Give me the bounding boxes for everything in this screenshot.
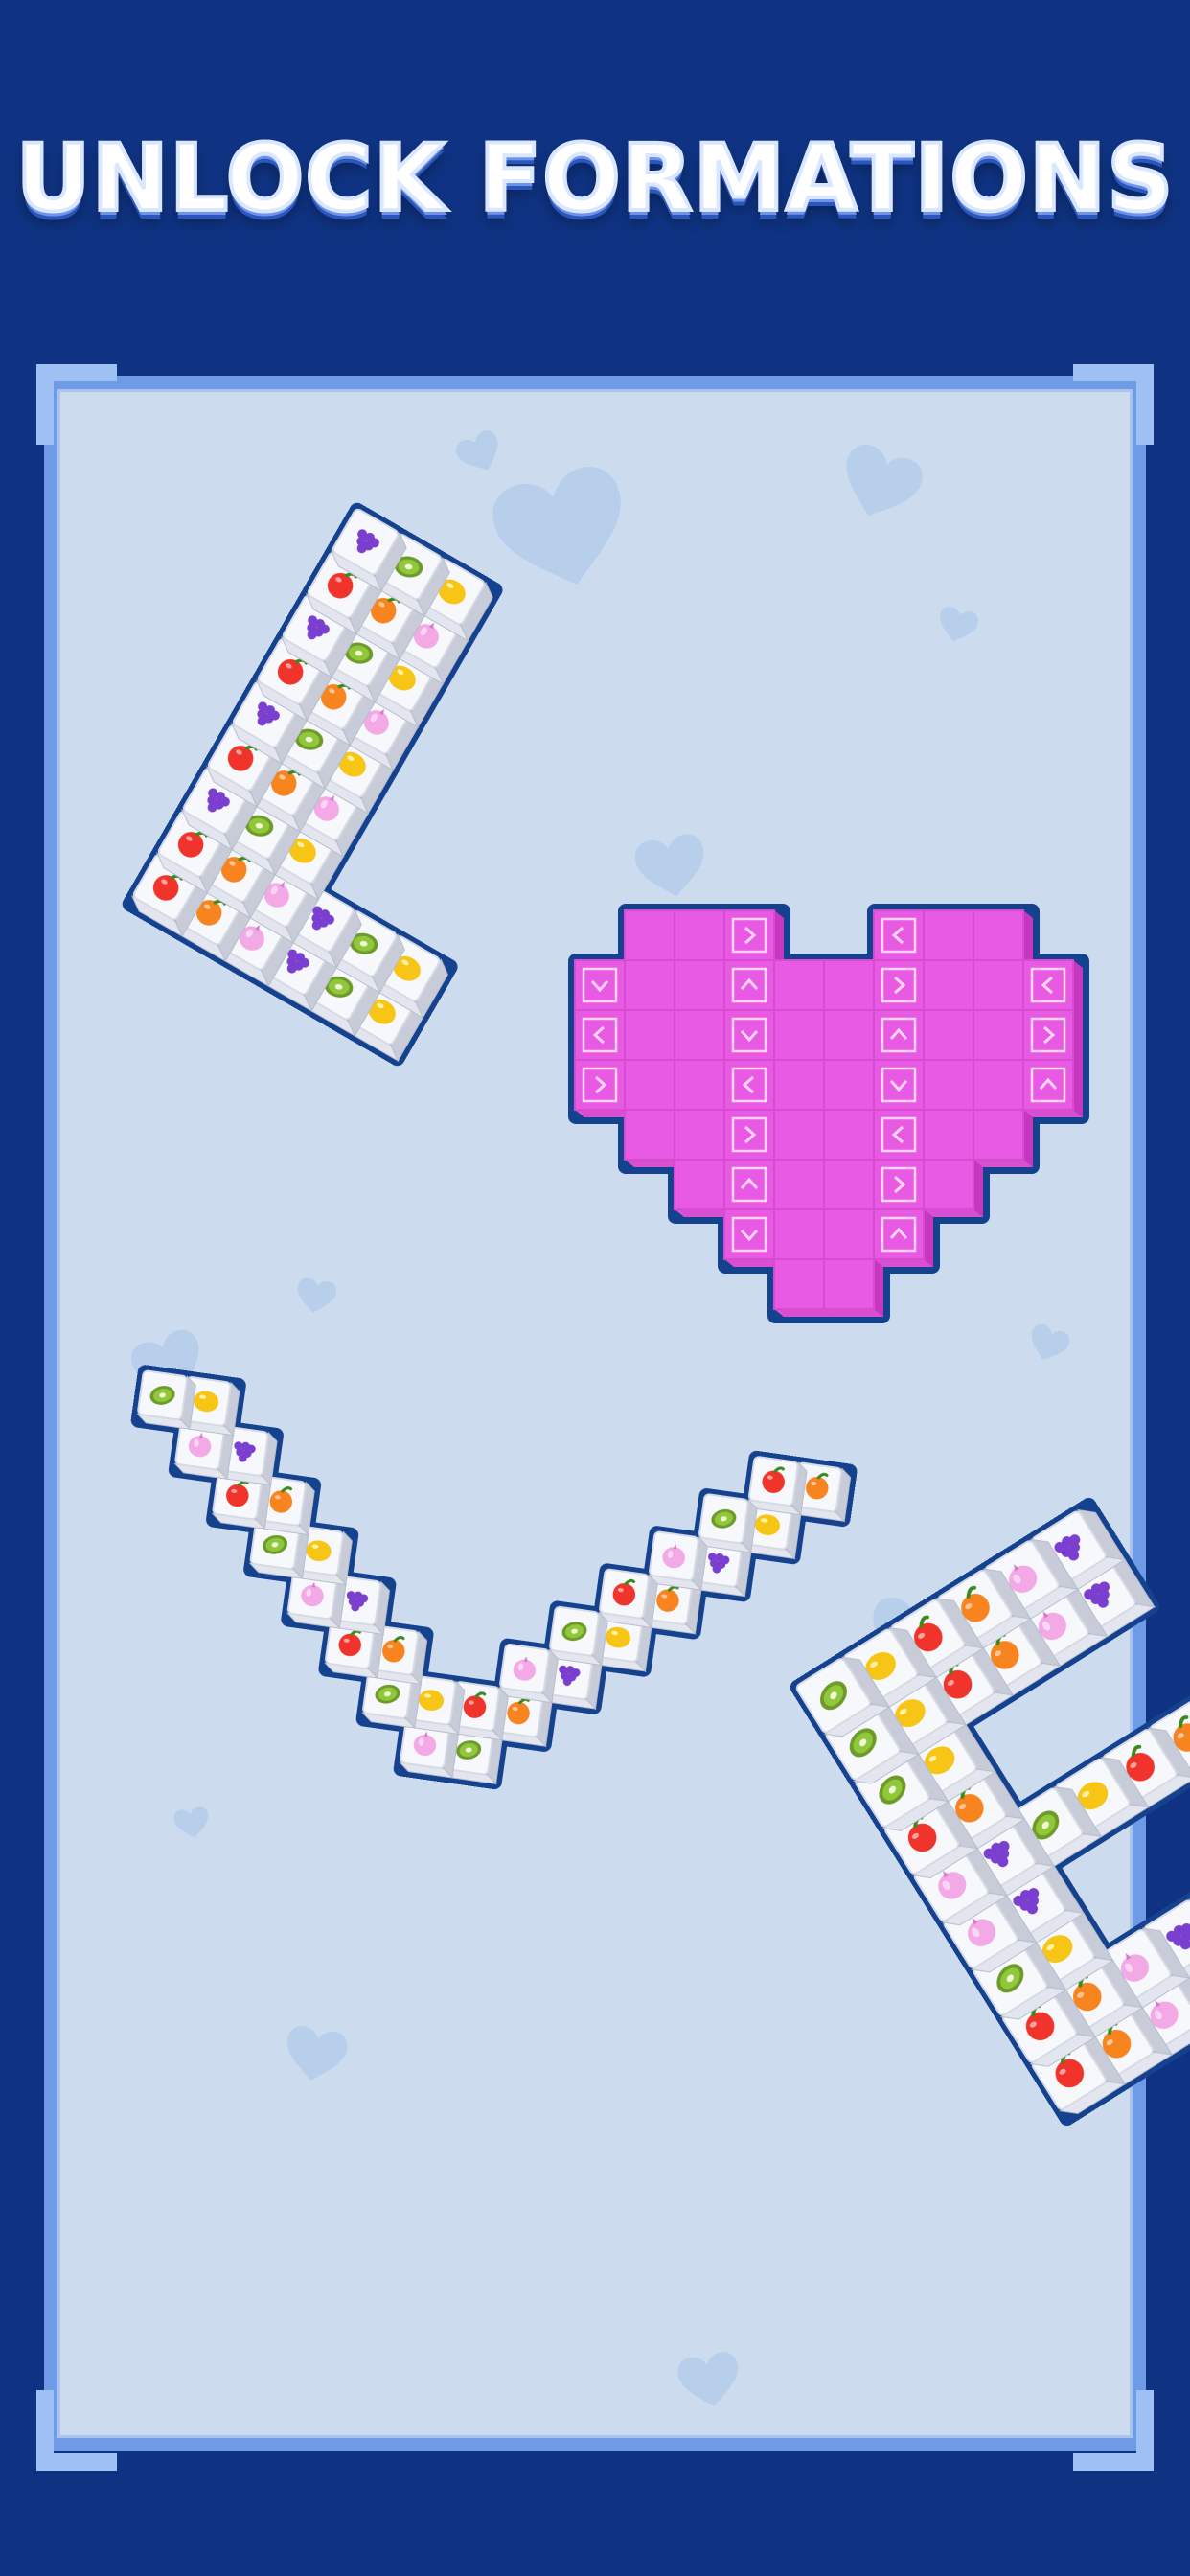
fruit-tile (498, 1644, 559, 1704)
heart-tile (873, 1208, 933, 1267)
decor-heart-icon (452, 426, 508, 479)
fruit-tile (136, 1369, 196, 1431)
decor-heart-icon (832, 439, 928, 529)
heart-tile (1022, 1059, 1083, 1117)
decor-heart-icon (486, 459, 640, 602)
fruit-tile (746, 1456, 808, 1516)
heart-tile (973, 1109, 1033, 1167)
decor-heart-icon (293, 1276, 338, 1317)
decor-heart-icon (934, 604, 981, 647)
fruit-tile (648, 1530, 708, 1592)
fruit-tile (548, 1605, 608, 1667)
letter-e-formation (790, 1497, 1190, 2127)
heart-tile (923, 1159, 983, 1217)
letter-v-formation (130, 1365, 858, 1790)
heart-tile (823, 1258, 883, 1317)
decor-heart-icon (1024, 1322, 1073, 1367)
formations-scene (122, 426, 1190, 2412)
decor-heart-icon (631, 831, 711, 903)
decor-heart-icon (281, 2023, 351, 2086)
fruit-tile (598, 1568, 658, 1629)
letter-l-formation (122, 502, 503, 1067)
decor-heart-icon (675, 2349, 744, 2412)
decor-heart-icon (172, 1805, 212, 1841)
fruit-tile (698, 1493, 758, 1554)
heart-formation (568, 904, 1089, 1323)
